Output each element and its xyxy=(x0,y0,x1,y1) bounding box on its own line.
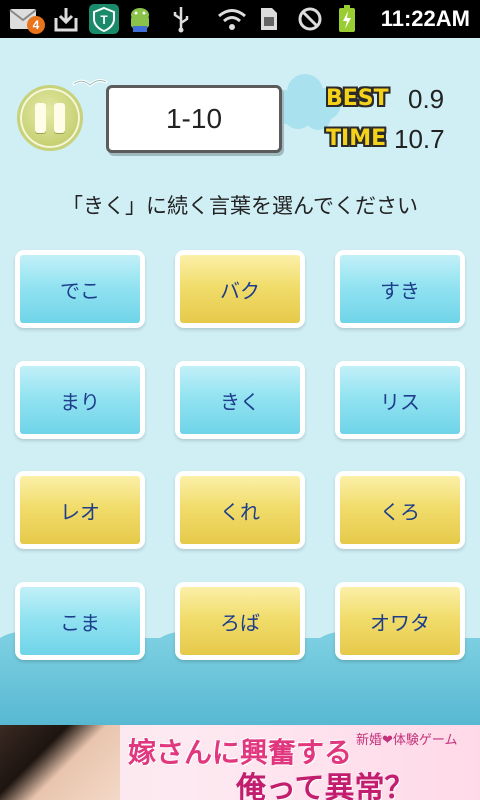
best-label: BEST xyxy=(326,86,389,111)
answer-label: くれ xyxy=(180,476,300,544)
battery-charging-icon xyxy=(336,5,358,33)
ad-tag-text: 新婚❤体験ゲーム xyxy=(356,733,458,748)
status-bar: 4 T 11:22AM xyxy=(0,0,480,38)
time-value: 10.7 xyxy=(394,124,445,154)
answer-label: でこ xyxy=(20,255,140,323)
sim-icon xyxy=(258,5,280,33)
no-sound-icon xyxy=(296,5,324,33)
question-prompt: 「きく」に続く言葉を選んでください xyxy=(62,194,418,218)
answer-button[interactable]: きく xyxy=(175,361,305,439)
answer-label: まり xyxy=(20,366,140,434)
wifi-icon xyxy=(216,5,248,33)
svg-text:T: T xyxy=(100,13,108,27)
android-debug-icon xyxy=(124,5,156,33)
ad-character-image xyxy=(0,725,120,800)
answer-label: ろば xyxy=(180,587,300,655)
answer-label: こま xyxy=(20,587,140,655)
pause-button[interactable] xyxy=(17,85,83,151)
answer-button[interactable]: リス xyxy=(335,361,465,439)
answer-button[interactable]: バク xyxy=(175,250,305,328)
answer-button[interactable]: くろ xyxy=(335,471,465,549)
pause-icon xyxy=(35,103,46,133)
answer-button[interactable]: くれ xyxy=(175,471,305,549)
answer-button[interactable]: まり xyxy=(15,361,145,439)
answer-button[interactable]: すき xyxy=(335,250,465,328)
answer-button[interactable]: こま xyxy=(15,582,145,660)
answer-button[interactable]: ろば xyxy=(175,582,305,660)
best-value: 0.9 xyxy=(408,84,445,114)
notification-count-badge: 4 xyxy=(27,16,45,34)
download-icon xyxy=(52,5,80,33)
answer-button[interactable]: オワタ xyxy=(335,582,465,660)
answer-label: リス xyxy=(340,366,460,434)
answer-button[interactable]: レオ xyxy=(15,471,145,549)
ad-subheadline: 俺って異常？ xyxy=(236,771,415,800)
answer-label: すき xyxy=(340,255,460,323)
answer-label: レオ xyxy=(20,476,140,544)
usb-icon xyxy=(170,5,192,33)
answer-label: くろ xyxy=(340,476,460,544)
seagull-icon xyxy=(72,79,108,87)
answer-label: バク xyxy=(180,255,300,323)
ad-banner[interactable]: 新婚❤体験ゲーム 嫁さんに興奮する 俺って異常？ xyxy=(0,725,480,800)
level-indicator: 1-10 xyxy=(106,85,282,153)
answer-button[interactable]: でこ xyxy=(15,250,145,328)
clock: 11:22AM xyxy=(380,6,470,31)
answer-label: きく xyxy=(180,366,300,434)
security-app-icon: T xyxy=(88,4,120,34)
time-label: TIME xyxy=(326,126,387,151)
answer-label: オワタ xyxy=(340,587,460,655)
game-screen: 1-10 BEST 0.9 TIME 10.7 「きく」に続く言葉を選んでくださ… xyxy=(0,38,480,725)
